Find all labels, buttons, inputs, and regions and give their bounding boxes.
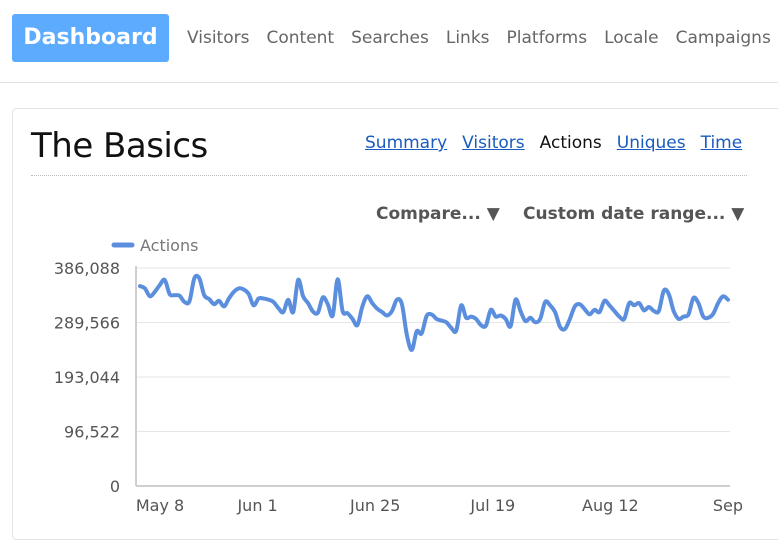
legend-label: Actions: [140, 236, 198, 255]
x-tick-label: Jun 1: [236, 496, 277, 515]
x-tick-label: Aug 12: [582, 496, 639, 515]
x-tick-label: Jul 19: [469, 496, 515, 515]
y-tick-label: 193,044: [54, 368, 120, 387]
actions-series-line: [138, 273, 730, 352]
actions-line-chart: 386,088 289,566 193,044 96,522 0 May 8 Jun 1 Ju…: [54, 236, 743, 515]
y-tick-label: 386,088: [54, 259, 120, 278]
y-tick-label: 0: [110, 477, 120, 496]
x-tick-label: May 8: [136, 496, 184, 515]
y-tick-label: 96,522: [64, 423, 120, 442]
y-tick-label: 289,566: [54, 314, 120, 333]
x-tick-label: Jun 25: [349, 496, 400, 515]
x-tick-label: Sep: [713, 496, 743, 515]
